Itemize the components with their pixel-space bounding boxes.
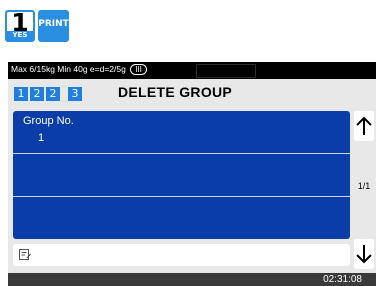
row-divider: [13, 196, 350, 197]
page-title: DELETE GROUP: [118, 84, 233, 100]
step-indicator: 3: [68, 87, 82, 101]
input-field[interactable]: [13, 244, 350, 266]
step-indicator: 2: [46, 87, 60, 101]
group-no-value[interactable]: 1: [38, 132, 44, 144]
step-indicator: 1: [14, 87, 28, 101]
up-arrow-icon: [356, 116, 372, 135]
accuracy-class-badge: III: [130, 64, 147, 75]
scroll-down-button[interactable]: [354, 239, 374, 269]
page-indicator: 1/1: [357, 181, 371, 191]
scale-spec: Max 6/15kg Min 40g e=d=2/5g III: [11, 63, 147, 76]
group-no-label: Group No.: [23, 115, 74, 127]
title-bar: 1 2 2 3 DELETE GROUP: [8, 79, 376, 107]
status-field: [196, 64, 256, 78]
down-arrow-icon: [356, 245, 372, 264]
yes-key-label: YES: [7, 31, 33, 40]
scale-display: Max 6/15kg Min 40g e=d=2/5g III 1 2 2 3 …: [8, 62, 376, 286]
scroll-up-button[interactable]: [354, 111, 374, 141]
yes-key[interactable]: 1 YES: [5, 8, 35, 42]
memo-icon: [19, 249, 31, 260]
scale-spec-text: Max 6/15kg Min 40g e=d=2/5g: [11, 64, 126, 74]
clock: 02:31:08: [323, 274, 362, 285]
print-key[interactable]: PRINT: [38, 10, 69, 42]
row-divider: [13, 153, 350, 154]
step-indicator: 2: [30, 87, 44, 101]
main-panel: Group No. 1 1/1: [8, 107, 376, 273]
status-bar: Max 6/15kg Min 40g e=d=2/5g III: [8, 62, 376, 79]
group-list[interactable]: Group No. 1: [13, 111, 350, 239]
